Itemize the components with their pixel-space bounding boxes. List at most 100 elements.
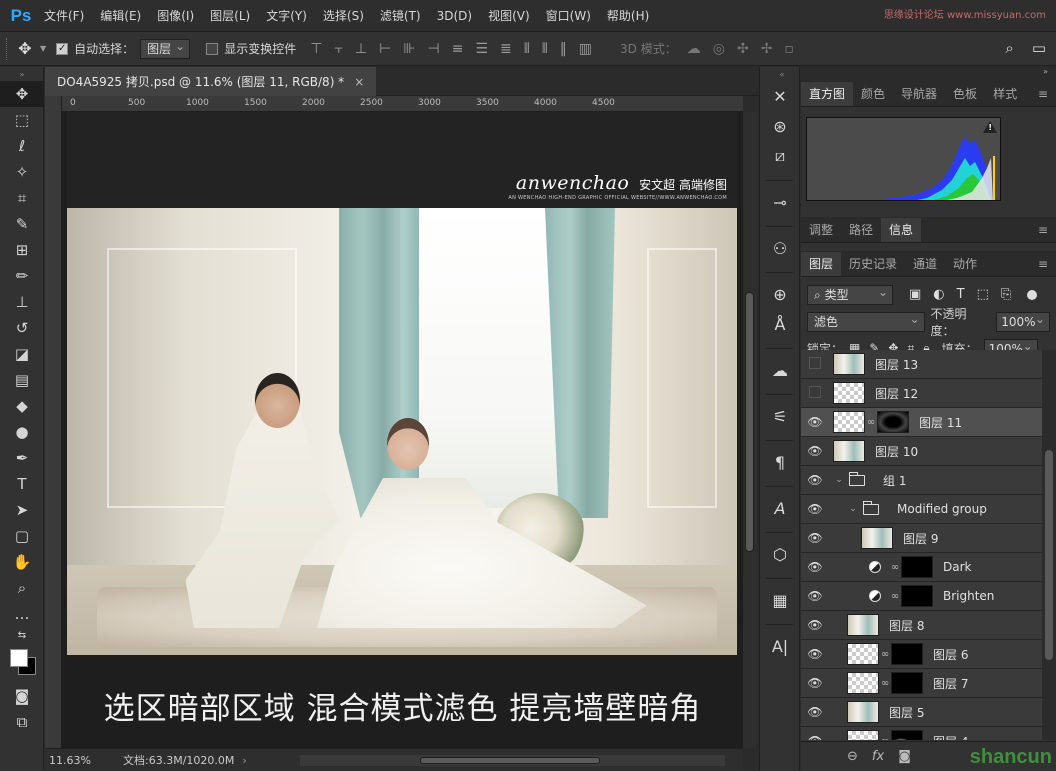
type-tool-icon[interactable]: T — [0, 471, 44, 497]
collapse-toolbar-icon[interactable]: » — [0, 67, 44, 81]
more-tools-icon[interactable]: … — [0, 601, 44, 627]
layer-mask-thumbnail[interactable] — [901, 585, 933, 607]
link-icon[interactable]: ∞ — [889, 562, 901, 573]
adjustment-filter-icon[interactable]: ◐ — [933, 287, 944, 302]
3d-icon[interactable]: ⬡ — [760, 539, 800, 569]
scale-3d-icon[interactable]: ▫ — [784, 41, 794, 57]
search-icon[interactable]: ⌕ — [1005, 39, 1013, 57]
mask-icon[interactable]: ◙ — [898, 749, 911, 764]
link-icon[interactable]: ⊖ — [847, 749, 858, 764]
visibility-eye-icon[interactable]: 👁︎ — [801, 647, 829, 661]
document-info[interactable]: 文档:63.3M/1020.0M — [123, 752, 234, 768]
panel-menu-icon[interactable]: ≡ — [1038, 257, 1048, 271]
shape-tool-icon[interactable]: ▢ — [0, 523, 44, 549]
chevron-down-icon[interactable]: ⌄ — [833, 475, 845, 485]
panel-tab[interactable]: 导航器 — [893, 82, 945, 106]
tool-presets-icon[interactable]: ✕ — [760, 81, 800, 111]
visibility-eye-icon[interactable]: 👁︎ — [801, 473, 829, 487]
dodge-tool-icon[interactable]: ● — [0, 419, 44, 445]
visibility-eye-icon[interactable]: 👁︎ — [801, 531, 829, 545]
layer-row[interactable]: 👁︎ 图层 10 — [801, 437, 1042, 466]
scroll-thumb[interactable] — [745, 292, 754, 552]
brush-settings-icon[interactable]: ⊛ — [760, 111, 800, 141]
panel-tab[interactable]: 动作 — [945, 252, 985, 276]
layer-row[interactable]: 👁︎ ∞ 图层 7 — [801, 669, 1042, 698]
auto-select-target-select[interactable]: 图层 — [140, 37, 191, 59]
healing-brush-tool-icon[interactable]: ⊞ — [0, 237, 44, 263]
layer-row[interactable]: 👁︎ ∞ 图层 6 — [801, 640, 1042, 669]
menu-item[interactable]: 图层(L) — [202, 0, 258, 32]
horizontal-ruler[interactable]: 0 500 1000 1500 2000 2500 3000 3500 4000 4500 — [62, 96, 743, 112]
link-icon[interactable]: ∞ — [865, 417, 877, 428]
zoom-tool-icon[interactable]: ⌕ — [0, 575, 44, 601]
blur-tool-icon[interactable]: ◆ — [0, 393, 44, 419]
paragraph-icon[interactable]: ¶ — [760, 447, 800, 477]
layer-mask-thumbnail[interactable] — [901, 556, 933, 578]
show-transform-checkbox[interactable] — [206, 42, 219, 55]
visibility-eye-icon[interactable]: 👁︎ — [801, 589, 829, 603]
foreground-color-swatch[interactable] — [10, 649, 28, 667]
properties-icon[interactable]: ⊸ — [760, 187, 800, 217]
layer-row[interactable]: 👁︎ ∞ Brighten — [801, 582, 1042, 611]
layer-row[interactable]: 👁︎ 图层 5 — [801, 698, 1042, 727]
panel-tab[interactable]: 直方图 — [801, 82, 854, 106]
lasso-tool-icon[interactable]: ℓ — [0, 133, 44, 159]
layer-mask-thumbnail[interactable] — [891, 672, 923, 694]
character-icon[interactable]: A — [760, 493, 800, 523]
align-hcenter-icon[interactable]: ⊪ — [403, 41, 415, 57]
chevron-down-icon[interactable]: ⌄ — [847, 504, 859, 514]
vertical-ruler[interactable] — [45, 96, 62, 748]
distribute-vcenter-icon[interactable]: ☰ — [475, 41, 488, 57]
info-icon[interactable]: ⚇ — [760, 233, 800, 263]
hand-tool-icon[interactable]: ✋ — [0, 549, 44, 575]
filter-toggle[interactable] — [1027, 289, 1038, 300]
visibility-eye-icon[interactable]: 👁︎ — [801, 618, 829, 632]
workspace-icon[interactable]: ▭ — [1032, 39, 1046, 57]
layer-thumbnail[interactable] — [847, 643, 879, 665]
panel-menu-icon[interactable]: ≡ — [1038, 87, 1048, 101]
link-icon[interactable]: ∞ — [889, 591, 901, 602]
document-canvas[interactable]: anwenchao 安文超 高端修图 AN WENCHAO HIGH-END G… — [62, 112, 743, 748]
auto-align-icon[interactable]: ▥ — [579, 41, 592, 57]
swap-colors-icon[interactable]: ⇆ — [0, 627, 44, 643]
pixel-filter-icon[interactable]: ▣ — [909, 287, 921, 302]
character-styles-icon[interactable]: ⊕ — [760, 279, 800, 309]
distribute-right-icon[interactable]: ‖ — [560, 41, 567, 57]
panel-tab[interactable]: 通道 — [905, 252, 945, 276]
move-tool-icon[interactable]: ✥ — [10, 39, 40, 58]
layer-thumbnail[interactable] — [847, 701, 879, 723]
visibility-eye-icon[interactable]: 👁︎ — [801, 560, 829, 574]
layer-group-row[interactable]: 👁︎ ⌄ 组 1 — [801, 466, 1042, 495]
layer-row[interactable]: 图层 12 — [801, 379, 1042, 408]
adjustments-icon[interactable]: ⚟ — [760, 401, 800, 431]
align-left-icon[interactable]: ⊢ — [379, 41, 391, 57]
smart-object-filter-icon[interactable]: ⎘ — [1001, 287, 1011, 302]
layer-thumbnail[interactable] — [847, 614, 879, 636]
eyedropper-tool-icon[interactable]: ✎ — [0, 211, 44, 237]
visibility-off-box[interactable] — [801, 385, 829, 401]
distribute-bottom-icon[interactable]: ≣ — [500, 41, 512, 57]
layer-thumbnail[interactable] — [833, 411, 865, 433]
menu-item[interactable]: 窗口(W) — [538, 0, 599, 32]
menu-item[interactable]: 文件(F) — [36, 0, 92, 32]
panel-tab[interactable]: 路径 — [841, 218, 881, 242]
panel-tab[interactable]: 色板 — [945, 82, 985, 106]
panel-tab[interactable]: 样式 — [985, 82, 1025, 106]
layer-row[interactable]: 👁︎ ∞ 图层 11 — [801, 408, 1042, 437]
slide-3d-icon[interactable]: ✢ — [761, 41, 773, 57]
shape-filter-icon[interactable]: ⬚ — [977, 287, 989, 302]
align-vcenter-icon[interactable]: ⫟ — [334, 41, 342, 57]
panel-tab[interactable]: 调整 — [801, 218, 841, 242]
marquee-tool-icon[interactable]: ⬚ — [0, 107, 44, 133]
panel-tab[interactable]: 图层 — [801, 252, 842, 276]
layer-row[interactable]: 👁︎ ∞ 图层 4 — [801, 727, 1042, 740]
canvas-vertical-scrollbar[interactable] — [743, 112, 757, 748]
document-tab[interactable]: DO4A5925 拷贝.psd @ 11.6% (图层 11, RGB/8) *… — [45, 67, 377, 96]
visibility-eye-icon[interactable]: 👁︎ — [801, 705, 829, 719]
chevron-down-icon[interactable]: ▼ — [40, 44, 46, 53]
drag-3d-icon[interactable]: ✣ — [737, 41, 749, 57]
link-icon[interactable]: ∞ — [879, 678, 891, 689]
layer-mask-thumbnail[interactable] — [891, 730, 923, 740]
menu-item[interactable]: 编辑(E) — [92, 0, 149, 32]
layer-thumbnail[interactable] — [861, 527, 893, 549]
